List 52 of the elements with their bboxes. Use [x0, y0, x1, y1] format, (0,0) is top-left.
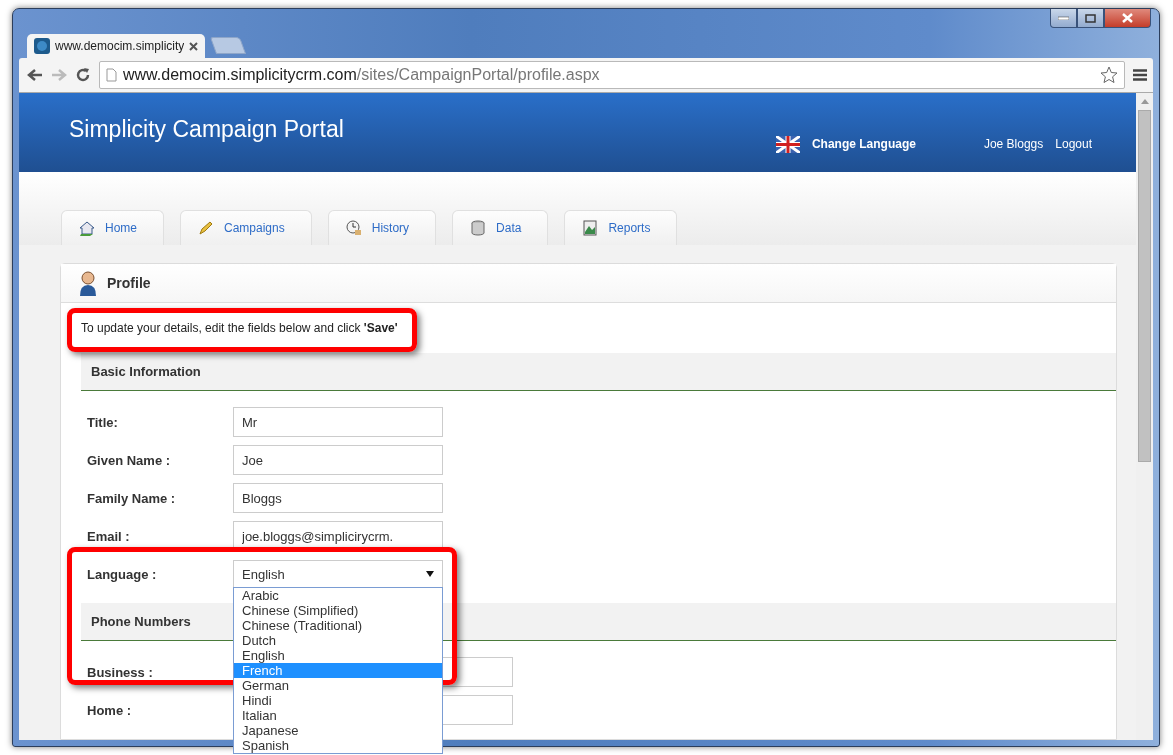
input-field[interactable]: Bloggs — [233, 483, 443, 513]
house-icon — [78, 219, 96, 237]
field-label: Given Name : — [87, 452, 172, 468]
nav-tab[interactable]: Reports — [564, 210, 678, 245]
scrollbar-thumb[interactable] — [1138, 110, 1151, 462]
page-icon — [106, 68, 117, 82]
nav-tab[interactable]: History — [327, 210, 437, 245]
tab-title: www.democim.simplicity — [55, 39, 184, 53]
close-icon[interactable] — [189, 41, 198, 51]
site-logo-icon — [34, 38, 50, 54]
person-icon — [78, 270, 98, 296]
instruction-text: To update your details, edit the fields below and click 'Save' — [81, 321, 399, 335]
address-bar[interactable]: www.democim.simplicitycrm.com/sites/CampaignPortal/profile.aspx — [99, 61, 1125, 89]
field-label: Language : — [87, 566, 158, 582]
star-icon[interactable] — [1100, 66, 1118, 84]
portal-title: Simplicity Campaign Portal — [69, 116, 345, 143]
nav-tab[interactable]: Campaigns — [180, 210, 312, 245]
logout-link[interactable]: Logout — [1055, 137, 1092, 152]
reload-icon[interactable] — [75, 67, 91, 83]
flag-icon — [775, 136, 800, 153]
url-path: /sites/CampaignPortal/profile.aspx — [356, 66, 600, 83]
browser-tab[interactable]: www.democim.simplicity — [27, 34, 205, 58]
section-title: Basic Information — [91, 364, 201, 379]
close-icon — [1122, 13, 1133, 23]
nav-tab[interactable]: Home — [61, 210, 164, 245]
database-icon — [469, 219, 488, 237]
minimize-button[interactable] — [1050, 9, 1077, 28]
picture-icon — [581, 219, 600, 237]
change-language-link[interactable]: Change Language — [811, 137, 916, 152]
pencil-icon — [197, 219, 215, 237]
field-label: Email : — [87, 528, 131, 544]
input-field[interactable]: Mr — [233, 407, 443, 437]
field-label: Business : — [87, 664, 154, 680]
nav-tab[interactable]: Data — [452, 210, 549, 245]
url-host: www.democim.simplicitycrm.com — [123, 66, 357, 83]
panel-title: Profile — [107, 275, 151, 291]
field-label: Family Name : — [87, 490, 177, 506]
field-label: Home : — [87, 702, 133, 718]
maximize-button[interactable] — [1077, 9, 1104, 28]
dropdown-arrow-icon — [426, 571, 434, 577]
field-label: Title: — [87, 414, 119, 430]
maximize-icon — [1085, 13, 1096, 23]
close-window-button[interactable] — [1104, 9, 1151, 28]
language-select[interactable]: English — [233, 560, 443, 588]
scrollbar[interactable] — [1136, 93, 1153, 740]
back-icon[interactable] — [27, 68, 43, 82]
user-name-link[interactable]: Joe Bloggs — [983, 137, 1044, 152]
minimize-icon — [1058, 16, 1069, 20]
clock-icon — [344, 219, 363, 237]
menu-icon[interactable] — [1133, 69, 1147, 81]
section-title: Phone Numbers — [91, 614, 191, 629]
input-field[interactable]: Joe — [233, 445, 443, 475]
